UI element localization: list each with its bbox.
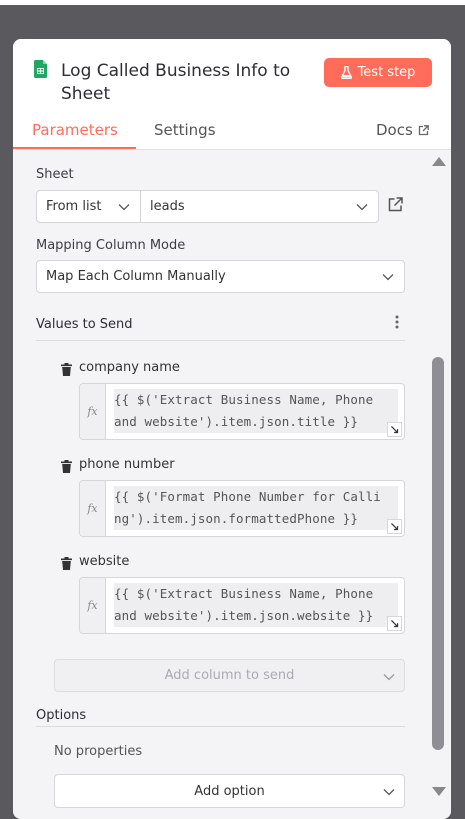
options-heading: Options [36,708,87,723]
chevron-down-icon [383,674,395,681]
scroll-up-arrow-icon[interactable] [432,157,446,166]
sheet-select[interactable]: leads [140,190,379,223]
chevron-down-icon [382,274,394,281]
external-link-icon [418,124,429,135]
trash-icon[interactable] [61,557,72,570]
chevron-down-icon [383,789,395,796]
test-step-label: Test step [357,65,416,80]
parameters-content: Sheet From list leads Mapping Column Mod… [13,150,427,819]
sheet-label: Sheet [36,167,74,182]
expression-editor-website[interactable]: fx {{ $('Extract Business Name, Phone an… [79,577,405,634]
expression-code: {{ $('Extract Business Name, Phone and w… [114,583,398,627]
values-divider [36,340,405,341]
options-divider [36,726,405,727]
expression-code: {{ $('Extract Business Name, Phone and w… [114,389,398,433]
add-column-label: Add column to send [164,668,295,683]
sheet-mode-select[interactable]: From list [36,190,141,223]
fx-icon: fx [80,384,106,439]
add-column-select[interactable]: Add column to send [54,659,405,692]
no-properties-text: No properties [54,744,143,759]
tab-parameters[interactable]: Parameters [32,121,118,139]
open-sheet-icon[interactable] [388,197,403,212]
mapping-mode-value: Map Each Column Manually [46,269,226,284]
values-to-send-heading: Values to Send [36,317,133,332]
expression-editor-company[interactable]: fx {{ $('Extract Business Name, Phone an… [79,383,405,440]
field-name-phone: phone number [79,457,175,472]
docs-link[interactable]: Docs [376,121,429,139]
expression-editor-phone[interactable]: fx {{ $('Format Phone Number for Calli ng… [79,480,405,537]
field-name-company: company name [79,360,180,375]
mapping-mode-select[interactable]: Map Each Column Manually [36,260,405,293]
chevron-down-icon [356,204,368,211]
expression-code: {{ $('Format Phone Number for Calli ng').… [114,486,398,530]
vertical-scrollbar[interactable] [427,150,451,819]
mapping-mode-label: Mapping Column Mode [36,238,186,253]
test-step-button[interactable]: Test step [324,58,432,87]
scroll-down-arrow-icon[interactable] [432,787,446,796]
tab-settings[interactable]: Settings [154,121,216,139]
panel-header: Log Called Business Info to Sheet Test s… [13,39,451,150]
docs-label: Docs [376,121,413,139]
sheet-value: leads [150,199,185,214]
expand-icon[interactable] [387,422,402,437]
sheet-mode-value: From list [46,199,102,214]
node-panel: Log Called Business Info to Sheet Test s… [13,39,451,819]
chevron-down-icon [118,204,130,211]
fx-icon: fx [80,481,106,536]
flask-icon [340,66,352,79]
trash-icon[interactable] [61,460,72,473]
google-sheets-icon [34,60,47,78]
scrollbar-thumb[interactable] [432,357,444,750]
more-options-icon[interactable] [394,315,400,329]
expand-icon[interactable] [387,616,402,631]
top-edge [0,0,465,5]
expand-icon[interactable] [387,519,402,534]
node-title[interactable]: Log Called Business Info to Sheet [61,60,311,106]
fx-icon: fx [80,578,106,633]
add-option-select[interactable]: Add option [54,774,405,808]
field-name-website: website [79,554,130,569]
add-option-label: Add option [194,783,265,799]
trash-icon[interactable] [61,363,72,376]
